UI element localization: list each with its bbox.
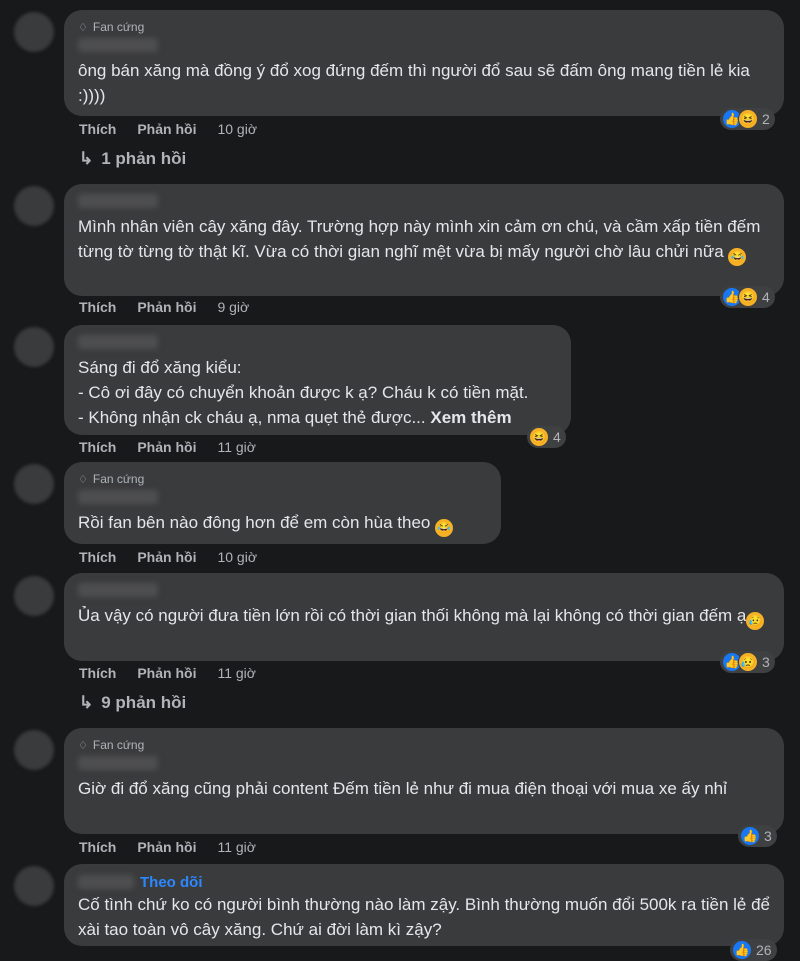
comment-text: Sáng đi đổ xăng kiểu: - Cô ơi đây có chu…	[78, 355, 557, 430]
comment-text: Mình nhân viên cây xăng đây. Trường hợp …	[78, 214, 770, 266]
follow-link[interactable]: Theo dõi	[140, 874, 203, 891]
author-name[interactable]	[78, 38, 158, 52]
comment-bubble: Theo dõi Cố tình chứ ko có người bình th…	[64, 864, 784, 946]
reply-arrow-icon: ↳	[79, 693, 94, 712]
reaction-count: 3	[764, 828, 772, 844]
like-link[interactable]: Thích	[79, 299, 116, 315]
replies-count: 1 phản hồi	[101, 149, 187, 168]
avatar[interactable]	[14, 12, 54, 52]
author-name[interactable]	[78, 756, 158, 770]
diamond-icon: ♢	[78, 21, 88, 34]
comment-bubble: Mình nhân viên cây xăng đây. Trường hợp …	[64, 184, 784, 296]
reply-link[interactable]: Phản hồi	[137, 121, 196, 137]
comment-bubble: ♢ Fan cứng ông bán xăng mà đồng ý đổ xog…	[64, 10, 784, 116]
like-link[interactable]: Thích	[79, 439, 116, 455]
haha-reaction-icon: 😆	[738, 109, 758, 129]
author-name[interactable]	[78, 194, 158, 208]
fan-badge: Fan cứng	[92, 20, 145, 34]
laughing-emoji-icon: 😂	[728, 248, 747, 266]
diamond-icon: ♢	[78, 473, 88, 486]
sad-reaction-icon: 😥	[738, 652, 758, 672]
comment-text-content: Mình nhân viên cây xăng đây. Trường hợp …	[78, 217, 766, 261]
reaction-count: 3	[762, 654, 770, 670]
reaction-count: 2	[762, 111, 770, 127]
haha-reaction-icon: 😆	[529, 427, 549, 447]
comment-actions: Thích Phản hồi 10 giờ	[79, 549, 278, 565]
fan-badge: Fan cứng	[92, 738, 145, 752]
like-link[interactable]: Thích	[79, 121, 116, 137]
comment-text: Rồi fan bên nào đông hơn để em còn hùa t…	[78, 510, 487, 537]
like-link[interactable]: Thích	[79, 665, 116, 681]
comment-text-content: Rồi fan bên nào đông hơn để em còn hùa t…	[78, 513, 431, 532]
like-reaction-icon: 👍	[740, 826, 760, 846]
timestamp[interactable]: 10 giờ	[217, 549, 257, 565]
badge-row: ♢ Fan cứng	[78, 736, 770, 754]
reply-arrow-icon: ↳	[79, 149, 94, 168]
comment-actions: Thích Phản hồi 10 giờ	[79, 121, 278, 137]
haha-reaction-icon: 😆	[738, 287, 758, 307]
author-row: Theo dõi	[78, 872, 770, 892]
reply-link[interactable]: Phản hồi	[137, 665, 196, 681]
comment-bubble: Sáng đi đổ xăng kiểu: - Cô ơi đây có chu…	[64, 325, 571, 435]
timestamp[interactable]: 11 giờ	[217, 439, 256, 455]
fan-badge: Fan cứng	[92, 472, 145, 486]
like-link[interactable]: Thích	[79, 549, 116, 565]
comment-text: Ủa vậy có người đưa tiền lớn rồi có thời…	[78, 603, 770, 630]
comment-actions: Thích Phản hồi 9 giờ	[79, 299, 270, 315]
see-more-link[interactable]: Xem thêm	[430, 408, 511, 427]
reaction-count: 4	[762, 289, 770, 305]
timestamp[interactable]: 11 giờ	[217, 839, 256, 855]
timestamp[interactable]: 9 giờ	[217, 299, 249, 315]
view-replies[interactable]: ↳ 9 phản hồi	[79, 693, 186, 713]
author-name[interactable]	[78, 490, 158, 504]
reply-link[interactable]: Phản hồi	[137, 299, 196, 315]
replies-count: 9 phản hồi	[101, 693, 187, 712]
comment-text: Giờ đi đổ xăng cũng phải content Đếm tiề…	[78, 779, 727, 798]
author-name[interactable]	[78, 583, 158, 597]
comment-text: Cố tình chứ ko có người bình thường nào …	[78, 895, 775, 939]
reply-link[interactable]: Phản hồi	[137, 439, 196, 455]
avatar[interactable]	[14, 576, 54, 616]
reaction-summary[interactable]: 👍 😆 2	[720, 108, 775, 130]
comment-text: ông bán xăng mà đồng ý đổ xog đứng đếm t…	[78, 61, 755, 105]
reaction-summary[interactable]: 👍 26	[730, 939, 777, 961]
avatar[interactable]	[14, 327, 54, 367]
comment-bubble: ♢ Fan cứng Giờ đi đổ xăng cũng phải cont…	[64, 728, 784, 834]
reply-link[interactable]: Phản hồi	[137, 549, 196, 565]
comment-actions: Thích Phản hồi 11 giờ	[79, 839, 277, 855]
avatar[interactable]	[14, 464, 54, 504]
reaction-summary[interactable]: 👍 3	[738, 825, 777, 847]
reaction-summary[interactable]: 👍 😆 4	[720, 286, 775, 308]
reaction-count: 4	[553, 429, 561, 445]
comment-actions: Thích Phản hồi 11 giờ	[79, 665, 277, 681]
diamond-icon: ♢	[78, 739, 88, 752]
comment-text-content: Ủa vậy có người đưa tiền lớn rồi có thời…	[78, 606, 747, 625]
author-name[interactable]	[78, 335, 158, 349]
avatar[interactable]	[14, 730, 54, 770]
reaction-count: 26	[756, 942, 772, 958]
view-replies[interactable]: ↳ 1 phản hồi	[79, 149, 186, 169]
laughing-emoji-icon: 😂	[435, 519, 454, 537]
badge-row: ♢ Fan cứng	[78, 470, 487, 488]
like-reaction-icon: 👍	[732, 940, 752, 960]
like-link[interactable]: Thích	[79, 839, 116, 855]
sad-emoji-icon: 😥	[746, 612, 765, 630]
avatar[interactable]	[14, 866, 54, 906]
timestamp[interactable]: 11 giờ	[217, 665, 256, 681]
comment-actions: Thích Phản hồi 11 giờ	[79, 439, 277, 455]
badge-row: ♢ Fan cứng	[78, 18, 770, 36]
reaction-summary[interactable]: 👍 😥 3	[720, 651, 775, 673]
avatar[interactable]	[14, 186, 54, 226]
comment-bubble: ♢ Fan cứng Rồi fan bên nào đông hơn để e…	[64, 462, 501, 544]
comment-bubble: Ủa vậy có người đưa tiền lớn rồi có thời…	[64, 573, 784, 661]
reaction-summary[interactable]: 😆 4	[527, 426, 566, 448]
author-name[interactable]	[78, 875, 134, 889]
reply-link[interactable]: Phản hồi	[137, 839, 196, 855]
timestamp[interactable]: 10 giờ	[217, 121, 257, 137]
